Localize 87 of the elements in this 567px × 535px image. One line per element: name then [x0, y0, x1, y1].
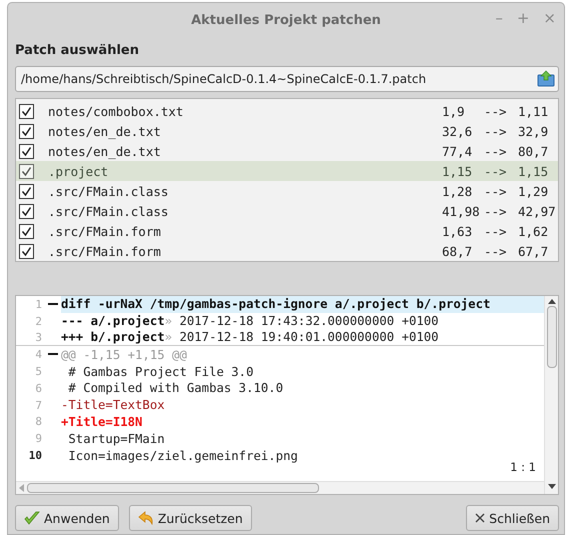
folder-icon[interactable] — [537, 70, 555, 87]
line-number: 9 — [34, 432, 43, 446]
code-line: +Title=I18N — [61, 414, 144, 430]
old-range: 1,63 — [442, 224, 474, 238]
file-name: .src/FMain.class — [48, 204, 170, 218]
hunk-row[interactable]: .src/FMain.class 41,98 --> 42,97 — [16, 201, 558, 221]
checkbox[interactable] — [19, 104, 34, 118]
code-line: +++ b/.project» 2017-12-18 19:40:01.000000000 +0100 — [61, 330, 440, 346]
section-title: Patch auswählen — [15, 43, 140, 58]
new-range: 1,62 — [518, 224, 550, 238]
code-line: @@ -1,15 +1,15 @@ — [61, 346, 188, 364]
file-name: .src/FMain.form — [48, 244, 162, 258]
path-field[interactable]: /home/hans/Schreibtisch/SpineCalcD-0.1.4~SpineCalcE-0.1.7.patch — [15, 66, 559, 92]
new-range: 67,7 — [518, 244, 550, 258]
scrollbar-thumb[interactable] — [546, 306, 556, 368]
cursor-position: 1 : 1 — [510, 460, 536, 474]
new-range: 32,9 — [518, 124, 550, 138]
new-range: 80,7 — [518, 144, 550, 158]
checkbox[interactable] — [19, 244, 34, 258]
checkbox[interactable] — [19, 184, 34, 198]
checkbox[interactable] — [19, 144, 34, 158]
file-name: notes/en_de.txt — [48, 124, 162, 138]
fold-icon[interactable] — [48, 353, 58, 356]
check-icon — [24, 510, 40, 526]
code-line: Startup=FMain — [67, 430, 166, 448]
arrow-text: --> — [484, 104, 508, 118]
hunk-row[interactable]: notes/en_de.txt 32,6 --> 32,9 — [16, 121, 558, 141]
checkbox[interactable] — [19, 204, 34, 218]
new-range: 42,97 — [518, 204, 557, 218]
code-line: --- a/.project» 2017-12-18 17:43:32.000000000 +0100 — [61, 313, 440, 330]
old-range: 1,28 — [442, 184, 474, 198]
apply-button[interactable]: Anwenden — [15, 505, 119, 531]
old-range: 77,4 — [442, 144, 474, 158]
line-number: 5 — [34, 365, 43, 378]
checkbox[interactable] — [19, 224, 34, 238]
line-number: 3 — [34, 330, 43, 344]
checkbox[interactable] — [19, 164, 34, 178]
arrow-text: --> — [484, 124, 508, 138]
file-name: .src/FMain.form — [48, 224, 162, 238]
hunk-row[interactable]: .project 1,15 --> 1,15 — [16, 161, 558, 181]
file-name: .src/FMain.class — [48, 184, 170, 198]
code-line: Icon=images/ziel.gemeinfrei.png — [67, 448, 299, 464]
hunk-row[interactable]: .src/FMain.form 1,63 --> 1,62 — [16, 221, 558, 241]
file-name: notes/en_de.txt — [48, 144, 162, 158]
hunk-row[interactable]: notes/combobox.txt 1,9 --> 1,11 — [16, 101, 558, 121]
old-range: 68,7 — [442, 244, 474, 258]
scroll-up-icon[interactable] — [548, 298, 556, 304]
code-line: # Compiled with Gambas 3.10.0 — [67, 380, 284, 397]
line-number: 2 — [34, 314, 43, 328]
line-number: 7 — [34, 398, 43, 412]
new-range: 1,15 — [518, 164, 550, 178]
arrow-text: --> — [484, 244, 508, 258]
line-number: 1 — [34, 298, 43, 311]
new-range: 1,29 — [518, 184, 550, 198]
arrow-text: --> — [484, 144, 508, 158]
horizontal-scrollbar[interactable] — [16, 481, 544, 494]
file-name: .project — [48, 164, 110, 178]
close-button[interactable]: Schließen — [466, 505, 559, 531]
line-number: 6 — [34, 382, 43, 395]
line-number: 10 — [28, 449, 43, 462]
fold-icon[interactable] — [48, 302, 58, 306]
arrow-text: --> — [484, 204, 508, 218]
arrow-text: --> — [484, 184, 508, 198]
hunk-row[interactable]: .src/FMain.form 68,7 --> 67,7 — [16, 241, 558, 261]
vertical-scrollbar[interactable] — [544, 296, 558, 494]
code-line: # Gambas Project File 3.0 — [67, 364, 254, 380]
scroll-down-icon[interactable] — [548, 484, 556, 490]
old-range: 32,6 — [442, 124, 474, 138]
window-title: Aktuelles Projekt patchen — [191, 12, 381, 28]
hunk-row[interactable]: .src/FMain.class 1,28 --> 1,29 — [16, 181, 558, 201]
reset-button[interactable]: Zurücksetzen — [128, 505, 252, 531]
hunk-row[interactable]: notes/en_de.txt 77,4 --> 80,7 — [16, 141, 558, 161]
checkbox[interactable] — [19, 124, 34, 138]
scrollbar-thumb[interactable] — [27, 483, 319, 493]
old-range: 41,98 — [442, 204, 481, 218]
arrow-text: --> — [484, 164, 508, 178]
old-range: 1,15 — [442, 164, 474, 178]
file-name: notes/combobox.txt — [48, 104, 184, 118]
close-icon — [475, 513, 486, 523]
new-range: 1,11 — [518, 104, 550, 118]
line-number: 8 — [34, 415, 43, 428]
old-range: 1,9 — [442, 104, 466, 118]
undo-arrow-icon — [138, 511, 154, 525]
arrow-text: --> — [484, 224, 508, 238]
diff-editor[interactable] — [15, 295, 559, 495]
line-number: 4 — [34, 348, 43, 362]
code-line: -Title=TextBox — [61, 397, 166, 414]
